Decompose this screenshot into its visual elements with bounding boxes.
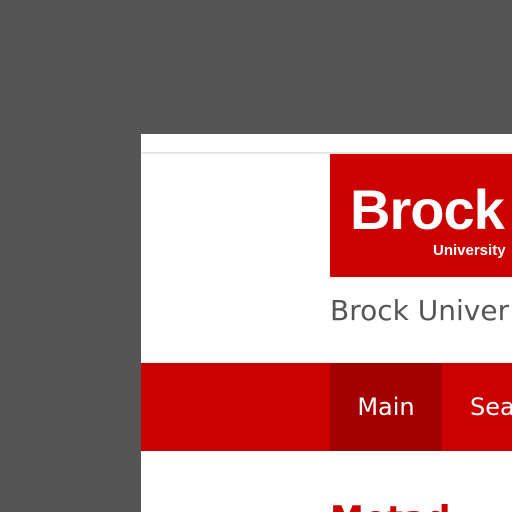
logo-letter-o: o xyxy=(410,178,444,241)
main-nav-bar: Main Sea xyxy=(141,363,512,451)
logo-wordmark: Bro ck xyxy=(350,178,505,241)
web-page: Brock University Brock Univer Main Sea M… xyxy=(141,134,512,512)
site-name[interactable]: Brock Univer xyxy=(330,297,509,325)
fingerprint-icon xyxy=(420,209,434,218)
logo-subtitle: University xyxy=(433,242,506,259)
nav-item-search[interactable]: Sea xyxy=(470,363,512,451)
logo-letters-ck: ck xyxy=(443,178,504,241)
nav-item-main[interactable]: Main xyxy=(330,363,442,451)
logo-letters-br: Br xyxy=(350,178,411,241)
page-heading-text: Metad xyxy=(330,502,450,512)
brock-university-logo[interactable]: Bro ck University xyxy=(330,154,512,277)
page-heading: Metad xyxy=(330,496,450,512)
